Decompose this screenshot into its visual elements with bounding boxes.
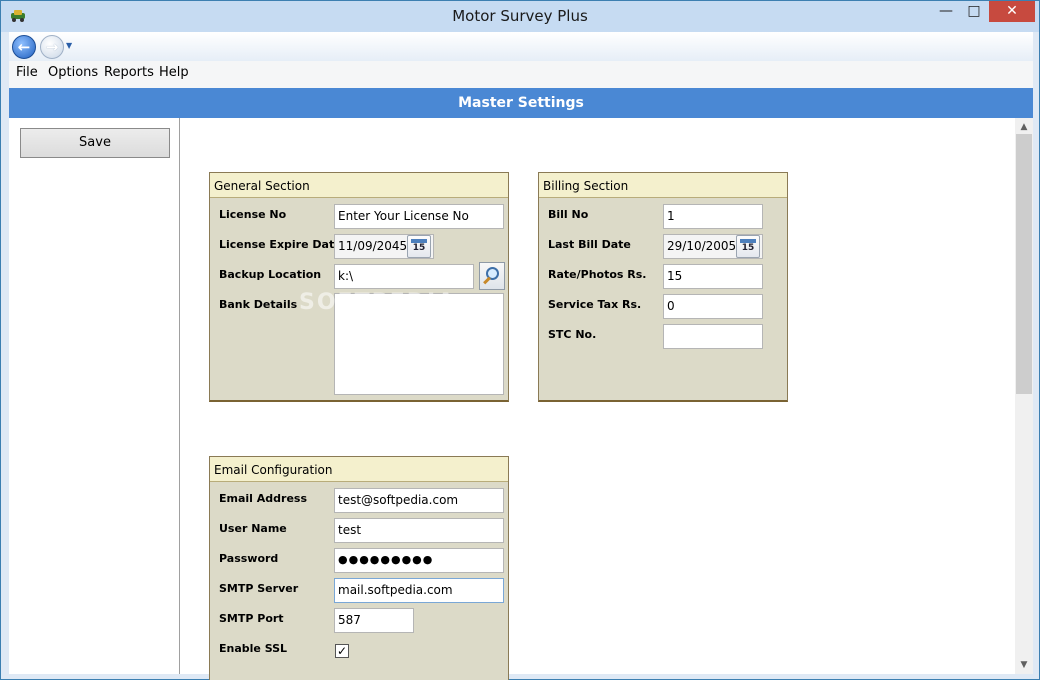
calendar-icon[interactable]: 15 bbox=[736, 235, 760, 258]
smtp-server-label: SMTP Server bbox=[219, 582, 299, 595]
stc-no-input[interactable] bbox=[663, 324, 763, 349]
billing-section: Billing Section Bill No 1 Last Bill Date… bbox=[538, 172, 788, 402]
billing-section-title: Billing Section bbox=[543, 179, 629, 193]
history-dropdown-icon[interactable]: ▼ bbox=[66, 41, 72, 50]
vertical-scrollbar[interactable]: ▲ ▼ bbox=[1015, 118, 1033, 674]
general-section: General Section License No Enter Your Li… bbox=[209, 172, 509, 402]
browse-folder-button[interactable] bbox=[479, 262, 505, 290]
bank-details-label: Bank Details bbox=[219, 298, 298, 311]
email-section-header: Email Configuration bbox=[210, 457, 508, 482]
backup-location-input[interactable]: k:\ bbox=[334, 264, 474, 289]
smtp-server-input[interactable]: mail.softpedia.com bbox=[334, 578, 504, 603]
service-tax-label: Service Tax Rs. bbox=[548, 298, 642, 311]
scroll-up-icon[interactable]: ▲ bbox=[1015, 120, 1033, 134]
calendar-icon-day: 15 bbox=[741, 243, 755, 253]
password-label: Password bbox=[219, 552, 279, 565]
menu-bar: File Options Reports Help bbox=[9, 61, 1033, 88]
rate-photos-label: Rate/Photos Rs. bbox=[548, 268, 647, 281]
last-bill-date-label: Last Bill Date bbox=[548, 238, 631, 251]
magnifier-handle bbox=[483, 276, 491, 285]
menu-options[interactable]: Options bbox=[48, 65, 98, 80]
license-no-input[interactable]: Enter Your License No bbox=[334, 204, 504, 229]
forward-arrow-icon: → bbox=[45, 38, 59, 56]
back-arrow-icon: ← bbox=[17, 38, 31, 56]
calendar-icon-day: 15 bbox=[412, 243, 426, 253]
left-panel: Save bbox=[9, 118, 180, 674]
watermark-text: SOFTPEDIA bbox=[299, 290, 457, 315]
enable-ssl-checkbox[interactable]: ✓ bbox=[335, 644, 349, 658]
email-section-title: Email Configuration bbox=[214, 463, 333, 477]
menu-file[interactable]: File bbox=[16, 65, 38, 80]
backup-location-label: Backup Location bbox=[219, 268, 322, 281]
stc-no-label: STC No. bbox=[548, 328, 597, 341]
menu-help[interactable]: Help bbox=[159, 65, 189, 80]
maximize-button[interactable]: □ bbox=[961, 1, 987, 22]
service-tax-input[interactable]: 0 bbox=[663, 294, 763, 319]
page-title: Master Settings bbox=[458, 95, 584, 111]
email-address-input[interactable]: test@softpedia.com bbox=[334, 488, 504, 513]
user-name-label: User Name bbox=[219, 522, 287, 535]
save-button[interactable]: Save bbox=[20, 128, 170, 158]
license-expire-date-label: License Expire Date bbox=[219, 238, 342, 251]
scroll-thumb[interactable] bbox=[1016, 134, 1032, 394]
bill-no-input[interactable]: 1 bbox=[663, 204, 763, 229]
back-button[interactable]: ← bbox=[12, 35, 36, 59]
user-name-input[interactable]: test bbox=[334, 518, 504, 543]
enable-ssl-label: Enable SSL bbox=[219, 642, 288, 655]
forward-button[interactable]: → bbox=[40, 35, 64, 59]
menu-reports[interactable]: Reports bbox=[104, 65, 154, 80]
window-title: Motor Survey Plus bbox=[452, 7, 588, 25]
general-section-title: General Section bbox=[214, 179, 310, 193]
content-area: Save General Section License No Enter Yo… bbox=[9, 118, 1033, 680]
license-no-label: License No bbox=[219, 208, 287, 221]
title-bar[interactable]: Motor Survey Plus — □ ✕ bbox=[1, 1, 1039, 32]
calendar-icon[interactable]: 15 bbox=[407, 235, 431, 258]
rate-photos-input[interactable]: 15 bbox=[663, 264, 763, 289]
bill-no-label: Bill No bbox=[548, 208, 589, 221]
header-band: Master Settings bbox=[9, 88, 1033, 118]
scroll-down-icon[interactable]: ▼ bbox=[1015, 658, 1033, 672]
billing-section-header: Billing Section bbox=[539, 173, 787, 198]
app-window: Motor Survey Plus — □ ✕ ← → ▼ File Optio… bbox=[0, 0, 1040, 680]
email-configuration-section: Email Configuration Email Address test@s… bbox=[209, 456, 509, 680]
minimize-button[interactable]: — bbox=[933, 1, 959, 22]
navigation-bar: ← → ▼ bbox=[9, 32, 1033, 61]
general-section-header: General Section bbox=[210, 173, 508, 198]
email-address-label: Email Address bbox=[219, 492, 308, 505]
smtp-port-input[interactable]: 587 bbox=[334, 608, 414, 633]
password-input[interactable]: ●●●●●●●●● bbox=[334, 548, 504, 573]
close-button[interactable]: ✕ bbox=[989, 1, 1035, 22]
smtp-port-label: SMTP Port bbox=[219, 612, 284, 625]
